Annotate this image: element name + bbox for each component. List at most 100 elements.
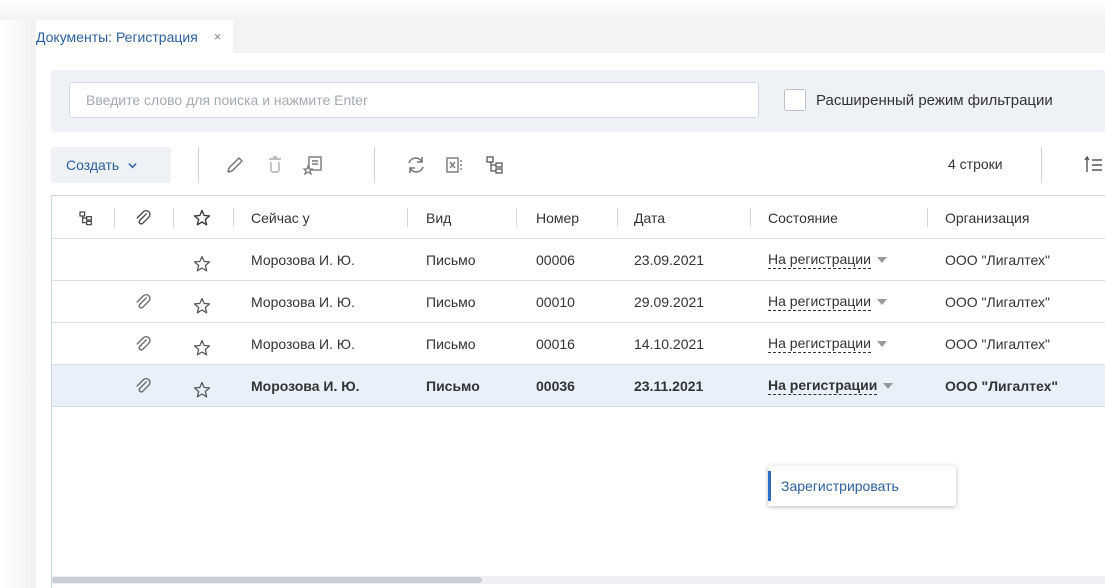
cell-value-org: ООО "Лигалтех" [945, 336, 1050, 352]
cell-value-owner: Морозова И. Ю. [251, 294, 355, 310]
cell-value-kind: Письмо [426, 294, 476, 310]
column-header-kind[interactable]: Вид [426, 196, 451, 239]
chevron-down-icon [128, 162, 137, 168]
column-header-state[interactable]: Состояние [768, 196, 838, 239]
table-row[interactable]: Морозова И. Ю. Письмо 00016 14.10.2021 Н… [52, 323, 1105, 365]
caret-down-icon [876, 299, 887, 305]
cell-value-org: ООО "Лигалтех" [945, 378, 1059, 394]
advanced-filter-toggle[interactable]: Расширенный режим фильтрации [784, 89, 1053, 111]
star-icon[interactable] [192, 369, 212, 411]
table-row[interactable]: Морозова И. Ю. Письмо 00010 29.09.2021 Н… [52, 281, 1105, 323]
cell-value-kind: Письмо [426, 336, 476, 352]
paperclip-icon[interactable] [133, 365, 153, 407]
cell-owner: Морозова И. Ю. [251, 281, 355, 323]
row-count: 4 строки [948, 156, 1003, 172]
toolbar-divider [374, 147, 375, 183]
column-header-number[interactable]: Номер [536, 196, 579, 239]
star-icon[interactable] [192, 196, 212, 239]
hierarchy-icon[interactable] [483, 153, 507, 177]
state-action-menu: Зарегистрировать [768, 466, 956, 506]
cell-owner: Морозова И. Ю. [251, 365, 360, 407]
column-divider [927, 208, 928, 227]
delete-icon[interactable] [263, 153, 287, 177]
caret-down-icon [876, 257, 887, 263]
column-header-organization[interactable]: Организация [945, 196, 1029, 239]
cell-organization: ООО "Лигалтех" [945, 281, 1050, 323]
main-content: Расширенный режим фильтрации Создать [36, 53, 1105, 588]
tab-documents-registration[interactable]: Документы: Регистрация × [36, 20, 234, 53]
tab-bar: Документы: Регистрация × [36, 20, 1105, 53]
advanced-filter-label: Расширенный режим фильтрации [816, 91, 1053, 109]
column-divider [407, 208, 408, 227]
cell-value-number: 00036 [536, 378, 575, 394]
column-header-date[interactable]: Дата [634, 196, 665, 239]
star-icon[interactable] [192, 243, 212, 285]
caret-down-icon [883, 383, 894, 389]
cell-value-date: 14.10.2021 [634, 336, 705, 352]
sort-lines-icon[interactable] [1082, 153, 1105, 177]
table-row[interactable]: Морозова И. Ю. Письмо 00006 23.09.2021 Н… [52, 239, 1105, 281]
register-menu-item[interactable]: Зарегистрировать [781, 466, 899, 506]
cell-organization: ООО "Лигалтех" [945, 365, 1058, 407]
cell-date: 14.10.2021 [634, 323, 704, 365]
edit-icon[interactable] [223, 153, 247, 177]
table-row[interactable]: Морозова И. Ю. Письмо 00036 23.11.2021 Н… [52, 365, 1105, 407]
advanced-filter-checkbox[interactable] [784, 89, 806, 111]
column-divider [173, 208, 174, 227]
toolbar-divider [198, 147, 199, 183]
cell-date: 29.09.2021 [634, 281, 704, 323]
excel-export-icon[interactable] [443, 153, 467, 177]
paperclip-icon[interactable] [133, 281, 153, 323]
column-divider [516, 208, 517, 227]
cell-number: 00010 [536, 281, 575, 323]
state-dropdown[interactable]: На регистрации [768, 281, 887, 323]
cell-number: 00006 [536, 239, 575, 281]
horizontal-scrollbar-thumb[interactable] [52, 577, 482, 583]
cell-value-org: ООО "Лигалтех" [945, 252, 1050, 268]
cell-date: 23.09.2021 [634, 239, 704, 281]
column-divider [617, 208, 618, 227]
cell-organization: ООО "Лигалтех" [945, 323, 1050, 365]
create-button-label: Создать [66, 157, 120, 173]
refresh-icon[interactable] [404, 153, 428, 177]
cell-value-state: На регистрации [768, 377, 878, 395]
cell-value-kind: Письмо [426, 252, 476, 268]
filter-panel: Расширенный режим фильтрации [51, 70, 1105, 132]
cell-value-date: 23.11.2021 [634, 378, 704, 394]
create-button[interactable]: Создать [51, 147, 171, 183]
column-divider [750, 208, 751, 227]
state-dropdown[interactable]: На регистрации [768, 365, 894, 407]
star-icon[interactable] [192, 285, 212, 327]
paperclip-icon[interactable] [133, 196, 153, 239]
cell-value-date: 23.09.2021 [634, 252, 705, 268]
paperclip-icon[interactable] [133, 323, 153, 365]
cell-value-state: На регистрации [768, 335, 871, 353]
state-dropdown[interactable]: На регистрации [768, 323, 887, 365]
cell-date: 23.11.2021 [634, 365, 703, 407]
menu-highlight-bar [768, 471, 771, 501]
search-input[interactable] [69, 82, 759, 118]
column-divider [114, 208, 115, 227]
column-header-owner[interactable]: Сейчас у [251, 196, 310, 239]
cell-owner: Морозова И. Ю. [251, 323, 355, 365]
hierarchy-icon[interactable] [78, 196, 94, 239]
cell-value-org: ООО "Лигалтех" [945, 294, 1050, 310]
cell-value-kind: Письмо [426, 378, 480, 394]
close-icon[interactable]: × [214, 29, 222, 44]
documents-grid: Сейчас у Вид Номер Дата Состояние Органи… [51, 195, 1105, 588]
cell-number: 00016 [536, 323, 575, 365]
cell-kind: Письмо [426, 239, 476, 281]
caret-down-icon [876, 341, 887, 347]
cell-kind: Письмо [426, 365, 480, 407]
left-edge-shade [0, 0, 36, 588]
cell-value-number: 00010 [536, 294, 575, 310]
cell-value-state: На регистрации [768, 293, 871, 311]
state-dropdown[interactable]: На регистрации [768, 239, 887, 281]
cell-value-number: 00006 [536, 252, 575, 268]
cell-kind: Письмо [426, 323, 476, 365]
star-icon[interactable] [192, 327, 212, 369]
favorite-list-icon[interactable] [302, 153, 326, 177]
toolbar-divider [1041, 147, 1042, 183]
tab-title: Документы: Регистрация [36, 28, 198, 45]
column-divider [233, 208, 234, 227]
